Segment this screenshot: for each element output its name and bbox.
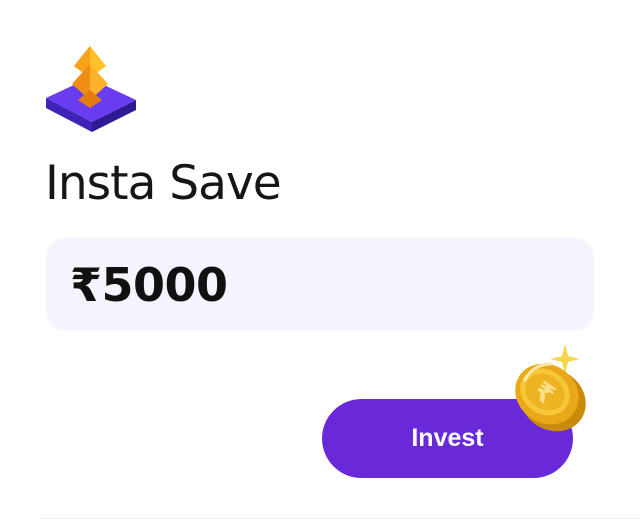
page-title: Insta Save (45, 156, 282, 211)
insta-save-card: Insta Save Invest ₹ (0, 0, 640, 527)
insta-save-logo-icon (46, 46, 136, 132)
rupee-coin-icon: ₹ (515, 344, 586, 432)
amount-field[interactable] (46, 238, 594, 331)
bottom-divider (40, 518, 640, 519)
amount-input[interactable] (70, 257, 570, 312)
